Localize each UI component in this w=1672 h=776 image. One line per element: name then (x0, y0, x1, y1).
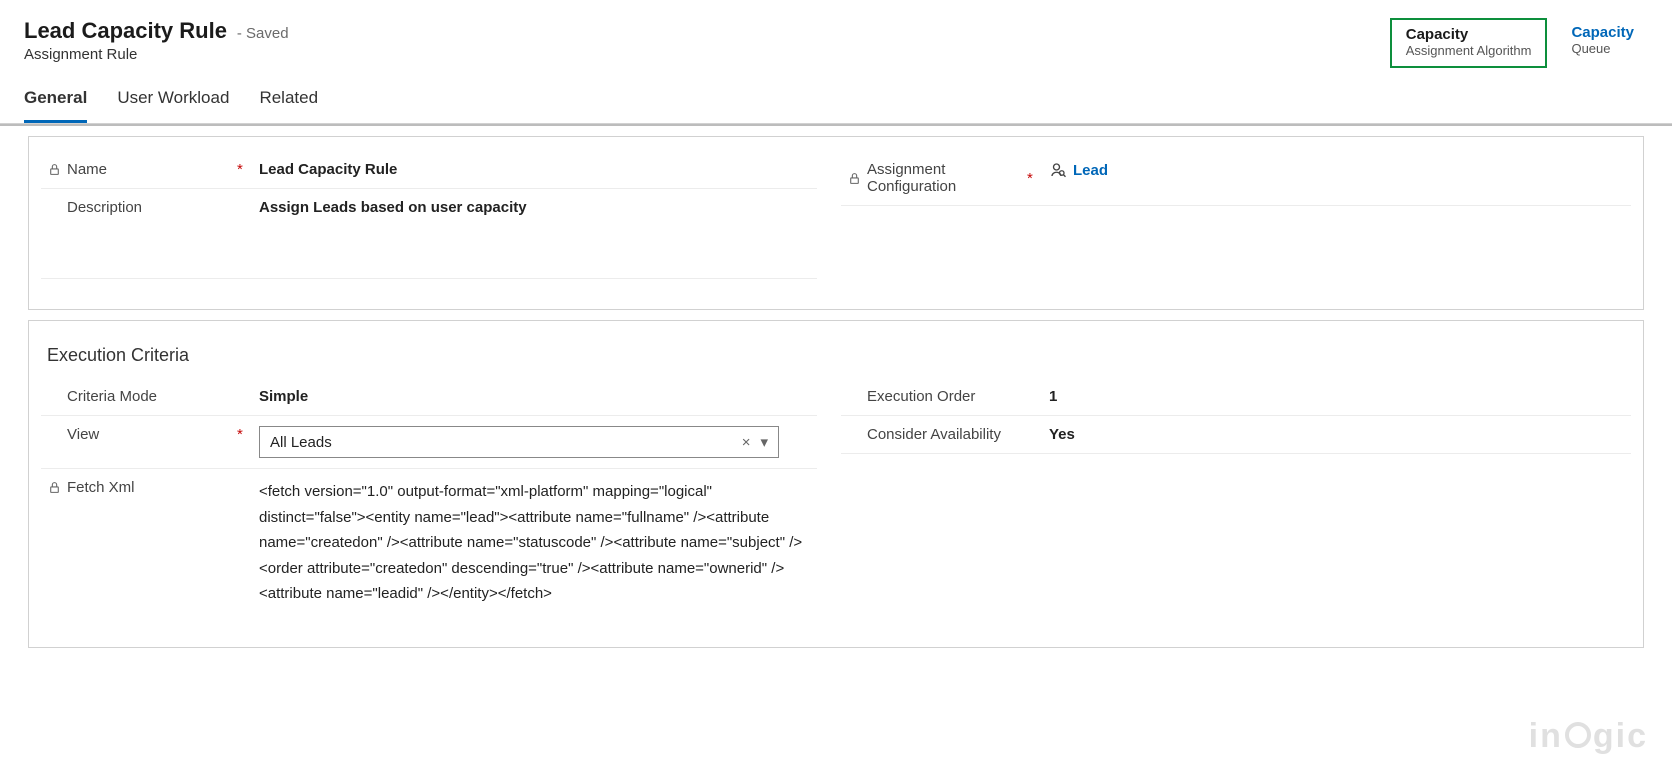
required-indicator: * (237, 161, 251, 178)
lock-icon (847, 171, 861, 185)
criteria-mode-label: Criteria Mode (67, 388, 231, 405)
description-value[interactable]: Assign Leads based on user capacity (251, 199, 817, 216)
consider-availability-row: Consider Availability Yes (841, 416, 1631, 454)
general-section: Name * Lead Capacity Rule Description As… (28, 136, 1644, 310)
fetch-xml-value[interactable]: <fetch version="1.0" output-format="xml-… (251, 479, 817, 607)
form-header: Lead Capacity Rule - Saved Assignment Ru… (0, 0, 1672, 78)
save-status: - Saved (237, 25, 289, 42)
queue-label: Queue (1571, 41, 1634, 56)
name-row: Name * Lead Capacity Rule (41, 151, 817, 189)
lock-icon (47, 163, 61, 177)
tab-related[interactable]: Related (259, 78, 318, 123)
consider-availability-label: Consider Availability (867, 426, 1021, 443)
description-label: Description (67, 199, 231, 216)
assignment-config-lookup[interactable]: Lead (1049, 161, 1108, 179)
lookup-entity-icon (1049, 161, 1067, 179)
queue-field[interactable]: Capacity Queue (1557, 18, 1648, 64)
required-indicator: * (237, 426, 251, 443)
assignment-algorithm-value: Capacity (1406, 26, 1532, 43)
watermark-logo: ingic (1529, 717, 1648, 756)
consider-availability-value[interactable]: Yes (1041, 426, 1631, 443)
entity-subtitle: Assignment Rule (24, 46, 289, 63)
page-title: Lead Capacity Rule (24, 18, 227, 44)
execution-order-label: Execution Order (867, 388, 1021, 405)
chevron-down-icon[interactable]: ▾ (760, 433, 768, 451)
execution-order-value[interactable]: 1 (1041, 388, 1631, 405)
tab-divider (0, 124, 1672, 126)
assignment-config-label: Assignment Configuration (867, 161, 1021, 195)
assignment-config-value: Lead (1073, 162, 1108, 179)
view-select[interactable]: All Leads × ▾ (259, 426, 779, 458)
title-block: Lead Capacity Rule - Saved Assignment Ru… (24, 18, 289, 63)
name-value[interactable]: Lead Capacity Rule (251, 161, 817, 178)
execution-criteria-heading: Execution Criteria (29, 335, 1643, 378)
criteria-mode-value[interactable]: Simple (251, 388, 817, 405)
assignment-algorithm-field[interactable]: Capacity Assignment Algorithm (1390, 18, 1548, 68)
lock-icon (47, 481, 61, 495)
header-right-fields: Capacity Assignment Algorithm Capacity Q… (1390, 18, 1648, 68)
execution-order-row: Execution Order 1 (841, 378, 1631, 416)
description-row: Description Assign Leads based on user c… (41, 189, 817, 279)
required-indicator: * (1027, 170, 1041, 187)
assignment-config-row: Assignment Configuration * Lead (841, 151, 1631, 206)
fetch-xml-label: Fetch Xml (67, 479, 231, 496)
tab-user-workload[interactable]: User Workload (117, 78, 229, 123)
clear-icon[interactable]: × (742, 434, 751, 451)
view-label: View (67, 426, 231, 443)
view-select-value: All Leads (270, 434, 332, 451)
name-label: Name (67, 161, 231, 178)
tab-general[interactable]: General (24, 78, 87, 123)
view-row: View * All Leads × ▾ (41, 416, 817, 469)
criteria-mode-row: Criteria Mode Simple (41, 378, 817, 416)
assignment-algorithm-label: Assignment Algorithm (1406, 43, 1532, 58)
tab-strip: General User Workload Related (0, 78, 1672, 124)
queue-value: Capacity (1571, 24, 1634, 41)
execution-criteria-section: Execution Criteria Criteria Mode Simple … (28, 320, 1644, 648)
fetch-xml-row: Fetch Xml <fetch version="1.0" output-fo… (41, 469, 817, 617)
